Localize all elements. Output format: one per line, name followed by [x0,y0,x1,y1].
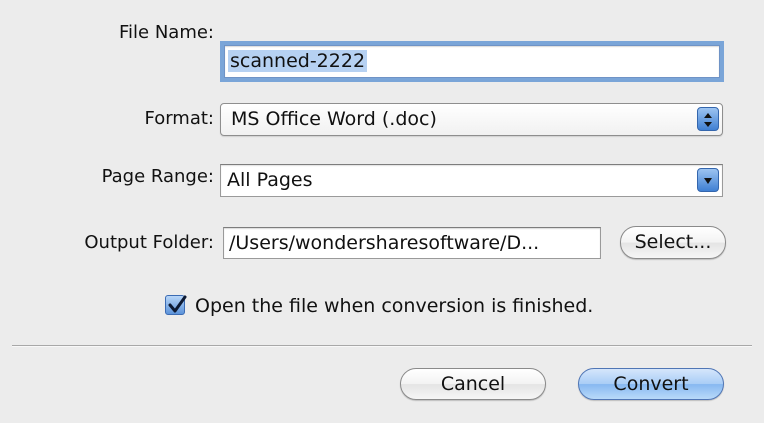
page-range-label: Page Range: [101,166,214,187]
page-range-combo[interactable]: All Pages [220,164,723,197]
page-range-value: All Pages [227,169,313,191]
open-after-conversion-label: Open the file when conversion is finishe… [195,295,594,317]
format-value: MS Office Word (.doc) [231,108,437,130]
output-folder-label: Output Folder: [84,232,214,253]
convert-dialog: File Name: scanned-2222 Format: MS Offic… [0,0,764,423]
open-after-conversion-checkbox[interactable] [165,295,187,315]
format-label: Format: [144,108,215,129]
output-folder-field[interactable]: /Users/wondersharesoftware/D... [223,227,601,259]
cancel-button[interactable]: Cancel [400,368,546,400]
convert-button[interactable]: Convert [578,368,724,400]
output-folder-value: /Users/wondersharesoftware/D... [229,232,540,254]
file-name-value: scanned-2222 [228,50,368,72]
file-name-label: File Name: [118,22,214,43]
format-popup[interactable]: MS Office Word (.doc) [220,103,723,136]
select-folder-button[interactable]: Select... [620,226,726,259]
chevron-down-icon[interactable] [697,168,719,192]
checkmark-icon [168,295,187,313]
up-down-arrows-icon [697,107,719,131]
divider [12,345,752,346]
file-name-input[interactable]: scanned-2222 [220,41,724,82]
